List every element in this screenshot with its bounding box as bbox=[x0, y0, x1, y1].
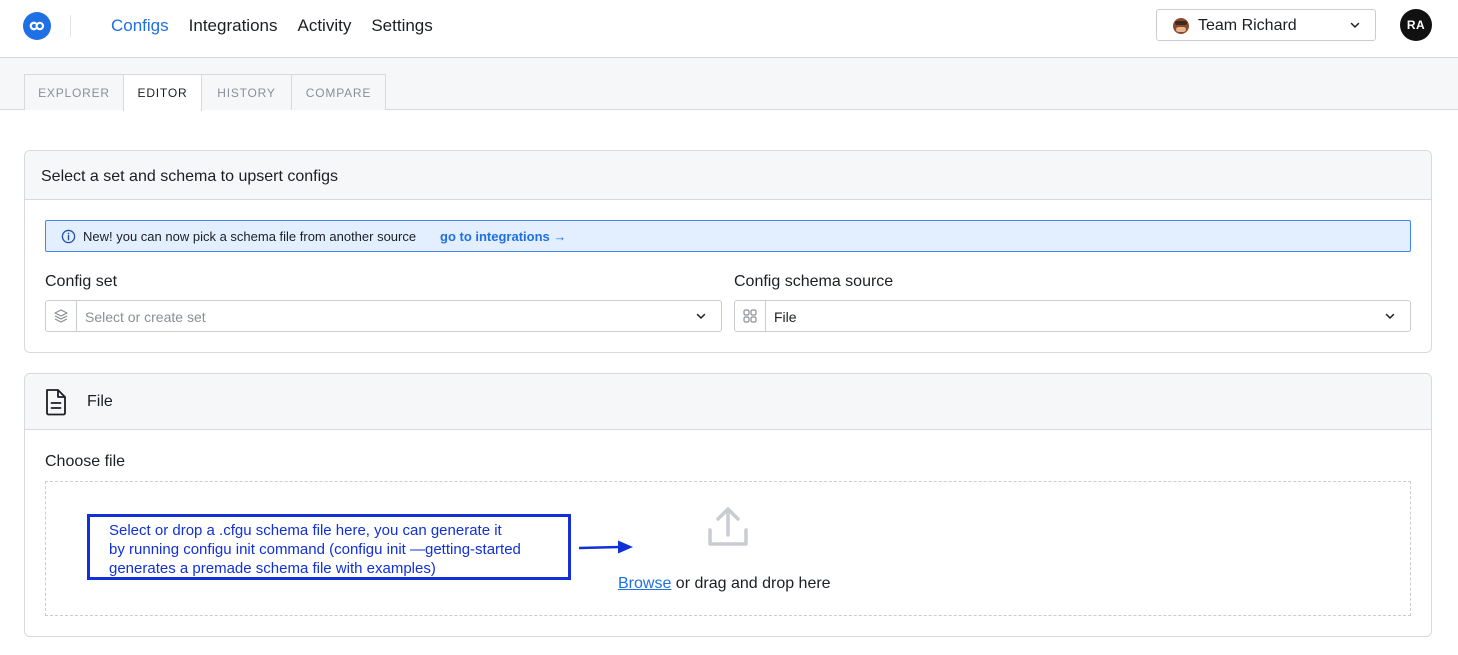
tab-explorer[interactable]: EXPLORER bbox=[24, 74, 124, 110]
team-avatar-icon bbox=[1173, 18, 1189, 34]
chevron-down-icon bbox=[1385, 313, 1395, 319]
main-nav: Configs Integrations Activity Settings bbox=[111, 16, 433, 36]
nav-item-activity[interactable]: Activity bbox=[297, 16, 351, 36]
chevron-down-icon bbox=[1350, 22, 1360, 28]
config-set-placeholder: Select or create set bbox=[85, 309, 206, 325]
nav-item-configs[interactable]: Configs bbox=[111, 16, 169, 36]
drag-drop-text: or drag and drop here bbox=[671, 575, 831, 592]
team-name: Team Richard bbox=[1198, 17, 1297, 34]
top-navigation-bar: Configs Integrations Activity Settings T… bbox=[0, 0, 1458, 58]
config-set-select[interactable]: Select or create set bbox=[45, 300, 722, 332]
upload-icon bbox=[708, 507, 748, 546]
grid-icon bbox=[735, 301, 766, 331]
chevron-down-icon bbox=[696, 313, 706, 319]
nav-item-settings[interactable]: Settings bbox=[371, 16, 432, 36]
configu-logo-icon[interactable] bbox=[23, 12, 51, 40]
team-select[interactable]: Team Richard bbox=[1156, 9, 1376, 41]
config-schema-source-select[interactable]: File bbox=[734, 300, 1411, 332]
config-set-label: Config set bbox=[45, 273, 118, 290]
logo-divider bbox=[70, 15, 71, 37]
tab-compare[interactable]: COMPARE bbox=[291, 74, 386, 110]
tab-bar: EXPLORER EDITOR HISTORY COMPARE bbox=[0, 58, 1458, 111]
user-avatar[interactable]: RA bbox=[1400, 9, 1432, 41]
file-card-title: File bbox=[87, 393, 113, 410]
card-title: Select a set and schema to upsert config… bbox=[41, 168, 339, 185]
file-document-icon bbox=[46, 389, 66, 416]
tab-history[interactable]: HISTORY bbox=[201, 74, 292, 110]
annotation-callout: Select or drop a .cfgu schema file here,… bbox=[87, 514, 571, 580]
info-icon bbox=[61, 229, 76, 244]
browse-instructions: Browse or drag and drop here bbox=[618, 574, 831, 594]
annotation-line: generates a premade schema file with exa… bbox=[109, 560, 436, 577]
nav-item-integrations[interactable]: Integrations bbox=[189, 16, 278, 36]
annotation-line: by running configu init command (configu… bbox=[109, 541, 521, 558]
tab-editor[interactable]: EDITOR bbox=[123, 74, 202, 111]
select-set-card-header: Select a set and schema to upsert config… bbox=[25, 151, 1431, 200]
choose-file-label: Choose file bbox=[45, 453, 126, 470]
config-schema-source-value: File bbox=[774, 309, 797, 325]
layers-icon bbox=[46, 301, 77, 331]
select-set-card: Select a set and schema to upsert config… bbox=[24, 150, 1432, 353]
config-schema-source-label: Config schema source bbox=[734, 273, 894, 290]
go-to-integrations-link[interactable]: go to integrations → bbox=[440, 229, 566, 245]
file-card-header: File bbox=[25, 374, 1431, 430]
browse-link[interactable]: Browse bbox=[618, 575, 671, 592]
info-banner: New! you can now pick a schema file from… bbox=[45, 220, 1411, 252]
annotation-arrow-icon bbox=[578, 540, 633, 554]
annotation-line: Select or drop a .cfgu schema file here,… bbox=[109, 522, 502, 539]
banner-text: New! you can now pick a schema file from… bbox=[83, 229, 417, 244]
file-card: File Choose file Browse or drag and drop… bbox=[24, 373, 1432, 637]
